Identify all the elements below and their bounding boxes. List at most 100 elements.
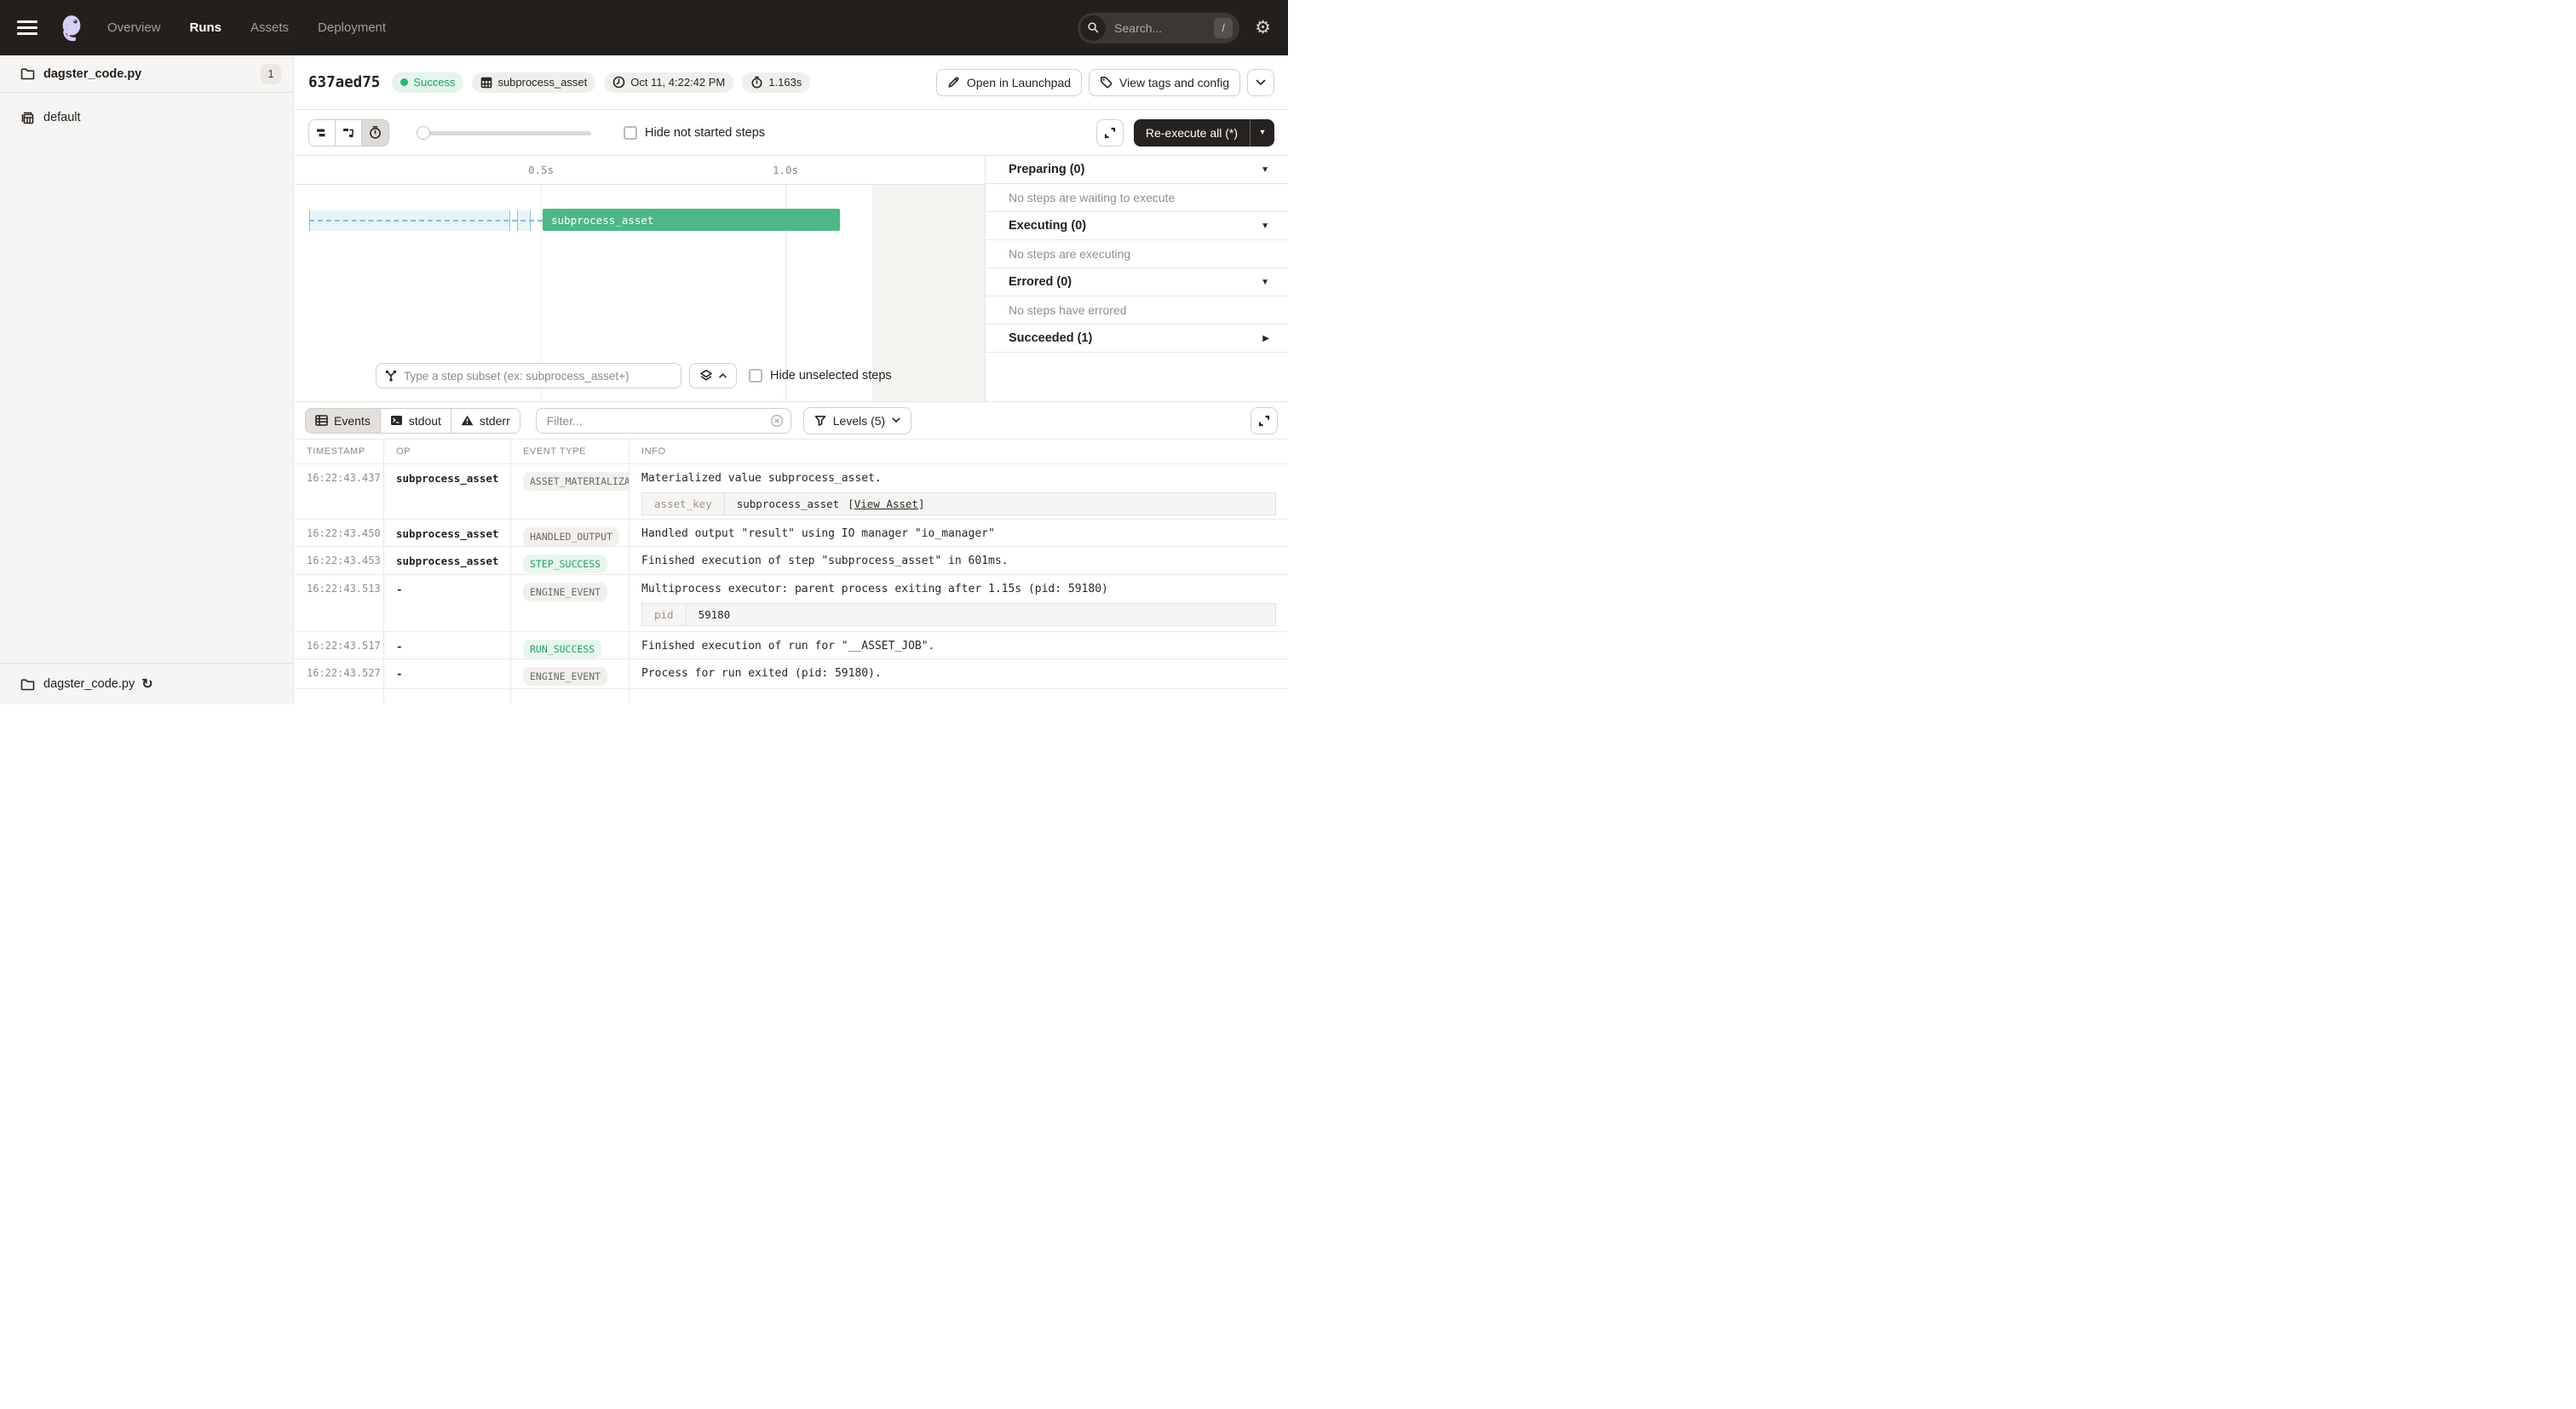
events-toolbar: Events stdout stderr Levels (5)	[295, 402, 1288, 439]
step-subset-field[interactable]	[376, 363, 681, 388]
logs-fullscreen-button[interactable]	[1251, 407, 1278, 434]
pencil-icon	[947, 76, 960, 89]
slider-handle[interactable]	[417, 126, 430, 140]
checkbox-box[interactable]	[749, 369, 762, 382]
caret-down-icon: ▼	[1261, 221, 1269, 231]
expand-icon	[1103, 126, 1117, 140]
nav-deployment[interactable]: Deployment	[318, 20, 386, 35]
axis-tick-0_5s: 0.5s	[528, 164, 554, 176]
event-row[interactable]: 16:22:43.450 subprocess_asset HANDLED_OU…	[295, 520, 1288, 547]
footer-code-location-name: dagster_code.py	[43, 677, 135, 691]
nav-assets[interactable]: Assets	[250, 20, 289, 35]
section-errored-header[interactable]: Errored (0) ▼	[986, 268, 1288, 296]
step-subset-input[interactable]	[404, 370, 674, 382]
col-timestamp: TIMESTAMP	[295, 440, 384, 463]
expand-icon	[1257, 414, 1271, 428]
run-header: 637aed75 Success subprocess_asset Oct 11…	[295, 55, 1288, 110]
sidebar-item-default[interactable]: default	[0, 101, 293, 134]
event-type-tag: ENGINE_EVENT	[523, 583, 607, 601]
sidebar-footer: dagster_code.py ↻	[0, 663, 293, 704]
settings-gear-icon[interactable]: ⚙	[1255, 19, 1271, 37]
step-selector-icon	[384, 369, 398, 382]
search-icon	[1080, 15, 1106, 41]
waiting-dashed-line	[309, 220, 543, 221]
folder-icon	[20, 678, 35, 691]
hide-unselected-checkbox[interactable]: Hide unselected steps	[749, 369, 892, 382]
nav-overview[interactable]: Overview	[107, 20, 161, 35]
gantt-toolbar: Hide not started steps Re-execute all (*…	[295, 110, 1288, 156]
menu-icon[interactable]	[17, 20, 37, 35]
timed-view-icon	[368, 125, 382, 140]
section-succeeded-header[interactable]: Succeeded (1) ▶	[986, 325, 1288, 353]
event-row[interactable]: 16:22:43.453 subprocess_asset STEP_SUCCE…	[295, 547, 1288, 575]
levels-filter-button[interactable]: Levels (5)	[803, 407, 911, 434]
code-location-count-badge: 1	[261, 64, 281, 84]
log-tabs: Events stdout stderr	[305, 408, 520, 434]
warning-icon	[461, 415, 474, 426]
view-asset-link[interactable]: View Asset	[854, 497, 918, 510]
code-location-header[interactable]: dagster_code.py 1	[0, 55, 293, 93]
metadata-table: asset_key subprocess_asset[View Asset]	[641, 492, 1276, 515]
section-errored-empty: No steps have errored	[986, 296, 1288, 325]
event-type-tag: ENGINE_EVENT	[523, 667, 607, 686]
event-row[interactable]: 16:22:43.437 subprocess_asset ASSET_MATE…	[295, 464, 1288, 520]
sidebar-item-label: default	[43, 111, 81, 124]
clear-filter-icon[interactable]	[770, 414, 784, 428]
checkbox-box[interactable]	[624, 126, 637, 140]
table-icon	[315, 415, 328, 426]
funnel-icon	[814, 415, 826, 427]
chevron-down-icon	[892, 417, 900, 423]
step-waiting-track	[309, 210, 543, 231]
tab-stderr[interactable]: stderr	[451, 409, 520, 433]
view-flat-button[interactable]	[309, 120, 336, 146]
main-content: 637aed75 Success subprocess_asset Oct 11…	[295, 55, 1288, 704]
terminal-icon	[390, 415, 403, 426]
asset-chip[interactable]: subprocess_asset	[472, 72, 595, 93]
event-row-partial	[295, 689, 1288, 704]
folder-icon	[20, 67, 35, 80]
flat-view-icon	[315, 126, 329, 140]
col-event-type: EVENT TYPE	[511, 440, 630, 463]
primary-nav: Overview Runs Assets Deployment	[107, 20, 386, 35]
event-row[interactable]: 16:22:43.517 - RUN_SUCCESS Finished exec…	[295, 632, 1288, 659]
start-time-chip: Oct 11, 4:22:42 PM	[604, 72, 733, 93]
gantt-view-mode-group	[308, 119, 389, 147]
gantt-bar-subprocess-asset[interactable]: subprocess_asset	[543, 209, 840, 231]
section-executing-empty: No steps are executing	[986, 240, 1288, 268]
tab-events[interactable]: Events	[306, 409, 381, 433]
caret-down-icon: ▼	[1261, 165, 1269, 175]
gantt-fullscreen-button[interactable]	[1096, 119, 1124, 147]
run-id: 637aed75	[308, 74, 380, 91]
clock-icon	[612, 76, 625, 89]
view-timed-button[interactable]	[362, 120, 388, 146]
chevron-down-icon	[1256, 79, 1266, 86]
gantt-zoom-slider[interactable]	[417, 126, 591, 140]
hide-not-started-checkbox[interactable]: Hide not started steps	[624, 126, 765, 140]
graph-query-toggle-button[interactable]	[689, 363, 737, 388]
reload-icon[interactable]: ↻	[141, 676, 152, 693]
step-status-panel: Preparing (0) ▼ No steps are waiting to …	[985, 156, 1288, 401]
section-executing-header[interactable]: Executing (0) ▼	[986, 212, 1288, 240]
caret-down-icon: ▼	[1261, 278, 1269, 287]
nav-runs[interactable]: Runs	[190, 20, 222, 35]
event-type-tag: RUN_SUCCESS	[523, 640, 601, 658]
event-row[interactable]: 16:22:43.527 - ENGINE_EVENT Process for …	[295, 659, 1288, 689]
dagster-logo-icon[interactable]	[56, 13, 87, 43]
event-row[interactable]: 16:22:43.513 - ENGINE_EVENT Multiprocess…	[295, 575, 1288, 632]
slider-track[interactable]	[417, 131, 591, 135]
view-tags-config-button[interactable]: View tags and config	[1089, 69, 1240, 96]
tab-stdout[interactable]: stdout	[381, 409, 451, 433]
caret-right-icon: ▶	[1262, 334, 1269, 343]
view-waterfall-button[interactable]	[336, 120, 362, 146]
open-in-launchpad-button[interactable]: Open in Launchpad	[936, 69, 1082, 96]
reexecute-dropdown-caret[interactable]: ▾	[1250, 119, 1274, 147]
section-preparing-header[interactable]: Preparing (0) ▼	[986, 156, 1288, 184]
reexecute-all-button[interactable]: Re-execute all (*) ▾	[1134, 119, 1274, 147]
job-icon	[20, 111, 35, 125]
section-preparing-empty: No steps are waiting to execute	[986, 184, 1288, 212]
run-more-actions-button[interactable]	[1247, 69, 1274, 96]
log-filter-input[interactable]	[536, 408, 791, 434]
search-placeholder: Search...	[1114, 21, 1214, 35]
global-search[interactable]: Search... /	[1078, 13, 1239, 43]
events-table: TIMESTAMP OP EVENT TYPE INFO 16:22:43.43…	[295, 439, 1288, 704]
